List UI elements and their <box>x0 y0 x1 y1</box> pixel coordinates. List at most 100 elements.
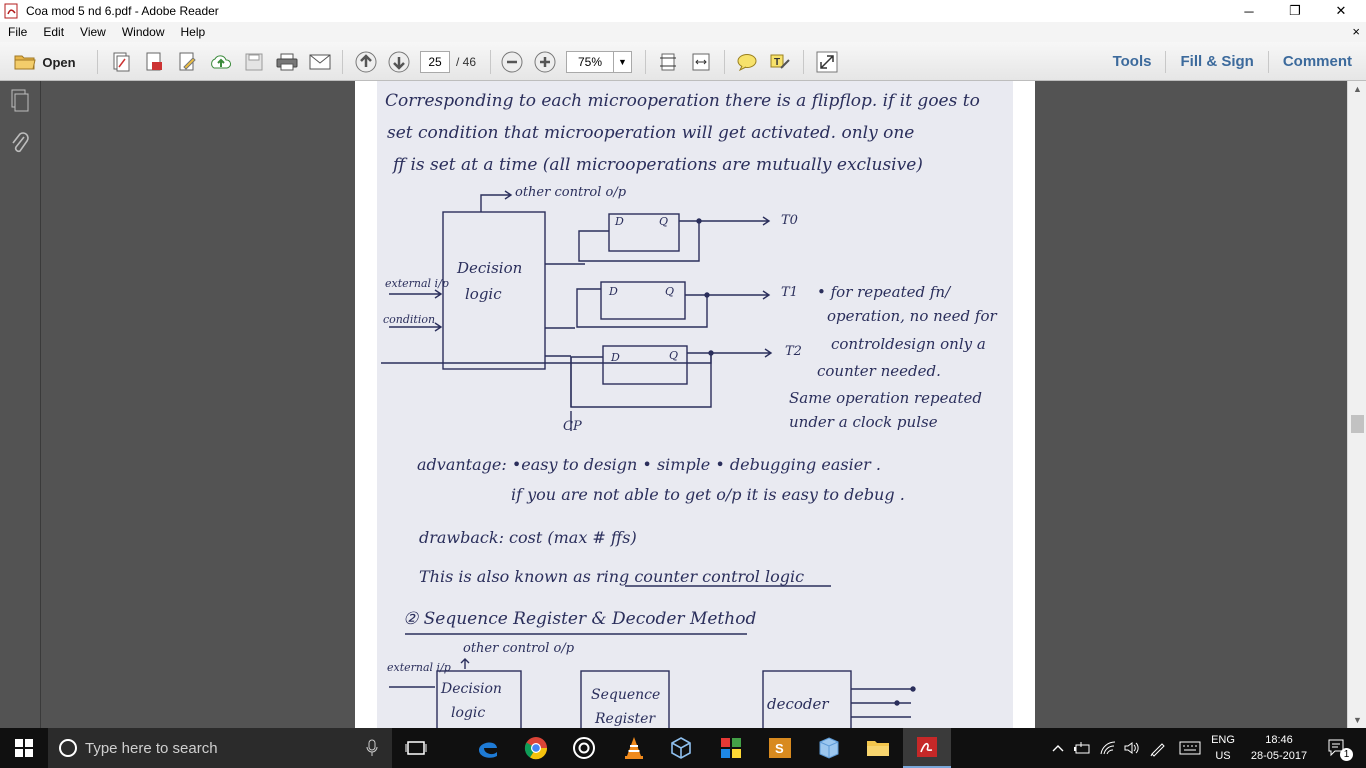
wifi-icon <box>1100 741 1116 755</box>
minimize-button[interactable]: ─ <box>1226 0 1272 22</box>
notification-count: 1 <box>1340 748 1353 761</box>
file-explorer-app[interactable] <box>854 728 902 768</box>
touch-keyboard-button[interactable] <box>1176 728 1204 768</box>
comment-link[interactable]: Comment <box>1267 50 1366 73</box>
menu-help[interactable]: Help <box>173 25 214 39</box>
fit-width-button[interactable] <box>689 48 713 76</box>
show-hidden-icons-button[interactable] <box>1048 728 1068 768</box>
keyboard-icon <box>1179 741 1201 755</box>
battery-status[interactable] <box>1070 728 1094 768</box>
3d-builder-app[interactable] <box>657 728 705 768</box>
input-language[interactable]: ENG US <box>1206 728 1240 768</box>
page-number-input[interactable]: 25 <box>420 51 450 73</box>
save-button[interactable] <box>242 48 266 76</box>
tools-link[interactable]: Tools <box>1099 51 1166 73</box>
previous-page-button[interactable] <box>354 48 378 76</box>
presentation-app[interactable]: S <box>756 728 804 768</box>
advantage-line-2: if you are not able to get o/p it is eas… <box>511 485 905 504</box>
separator <box>97 50 98 74</box>
side-note-2: operation, no need for <box>827 307 997 325</box>
page-total: / 46 <box>456 55 477 69</box>
full-screen-button[interactable] <box>814 48 840 76</box>
navigation-pane <box>0 81 41 728</box>
wifi-status[interactable] <box>1096 728 1120 768</box>
scrollbar-thumb[interactable] <box>1351 415 1364 433</box>
close-button[interactable]: ✕ <box>1318 0 1364 22</box>
condition-label: condition <box>383 313 436 326</box>
edit-pdf-button[interactable] <box>175 48 199 76</box>
clock[interactable]: 18:46 28-05-2017 <box>1244 728 1314 768</box>
fit-width-icon <box>692 53 710 71</box>
other-control-output-label-2: other control o/p <box>463 641 575 656</box>
folder-icon <box>14 55 36 70</box>
fit-page-button[interactable] <box>656 48 680 76</box>
chrome-app[interactable] <box>512 728 560 768</box>
clock-date: 28-05-2017 <box>1250 750 1308 762</box>
highlight-text-button[interactable]: T <box>768 48 792 76</box>
action-center-button[interactable]: 1 <box>1318 728 1358 768</box>
arrow-down-circle-icon <box>388 51 410 73</box>
store-app[interactable] <box>707 728 755 768</box>
restore-button[interactable]: ❐ <box>1272 0 1318 22</box>
cortana-icon <box>59 739 77 757</box>
page-thumbnails-icon[interactable] <box>9 89 31 113</box>
volume-control[interactable] <box>1120 728 1144 768</box>
ff1-d: D <box>615 215 624 228</box>
chevron-down-icon[interactable]: ▼ <box>613 52 631 72</box>
advantage-line-1: advantage: •easy to design • simple • de… <box>417 455 881 474</box>
colored-tiles-icon <box>721 738 741 758</box>
menu-file[interactable]: File <box>0 25 35 39</box>
next-page-button[interactable] <box>387 48 411 76</box>
start-button[interactable] <box>0 728 48 768</box>
external-input-label: external i/p <box>385 277 449 290</box>
window-title: Coa mod 5 nd 6.pdf - Adobe Reader <box>26 4 219 18</box>
document-viewer[interactable]: Corresponding to each microoperation the… <box>41 81 1347 728</box>
zoom-value: 75% <box>577 55 603 69</box>
separator <box>342 50 343 74</box>
printer-icon <box>276 53 298 71</box>
open-button[interactable]: Open <box>6 48 84 76</box>
zoom-select[interactable]: 75% ▼ <box>566 51 632 73</box>
add-comment-button[interactable] <box>735 48 759 76</box>
box-app[interactable] <box>805 728 853 768</box>
upload-button[interactable] <box>208 48 234 76</box>
microphone-icon[interactable] <box>366 739 378 757</box>
fill-sign-link[interactable]: Fill & Sign <box>1165 50 1267 73</box>
email-button[interactable] <box>308 48 332 76</box>
ff3-q: Q <box>669 349 679 362</box>
menu-edit[interactable]: Edit <box>35 25 72 39</box>
pen-workspace-button[interactable] <box>1146 728 1170 768</box>
scroll-down-arrow-icon[interactable]: ▼ <box>1348 712 1366 728</box>
menu-window[interactable]: Window <box>114 25 173 39</box>
media-app[interactable] <box>560 728 608 768</box>
menu-view[interactable]: View <box>72 25 114 39</box>
print-button[interactable] <box>275 48 299 76</box>
section-heading-2: ② Sequence Register & Decoder Method <box>403 609 757 629</box>
zoom-out-button[interactable] <box>500 48 524 76</box>
drawback-line: drawback: cost (max # ffs) <box>419 528 637 547</box>
slides-icon: S <box>769 738 791 758</box>
close-document-button[interactable]: × <box>1352 24 1360 39</box>
taskbar-search-box[interactable]: Type here to search <box>48 728 392 768</box>
export-pdf-button[interactable] <box>142 48 166 76</box>
menu-bar: File Edit View Window Help × <box>0 22 1366 42</box>
adobe-reader-app[interactable] <box>903 728 951 768</box>
scroll-up-arrow-icon[interactable]: ▲ <box>1348 81 1366 97</box>
edge-icon <box>479 742 497 758</box>
separator <box>490 50 491 74</box>
vertical-scrollbar[interactable]: ▲ ▼ <box>1347 81 1366 728</box>
side-note-6: under a clock pulse <box>789 413 938 431</box>
task-view-button[interactable] <box>392 728 440 768</box>
edge-app[interactable] <box>464 728 512 768</box>
attachments-paperclip-icon[interactable] <box>9 131 31 155</box>
side-note-4: counter needed. <box>817 362 941 380</box>
ff1-q: Q <box>659 215 669 228</box>
zoom-in-button[interactable] <box>533 48 557 76</box>
clock-time: 18:46 <box>1265 734 1293 746</box>
external-input-label-2: external i/p <box>387 661 451 674</box>
windows-logo-icon <box>15 739 33 757</box>
vlc-app[interactable] <box>610 728 658 768</box>
folder-icon <box>867 741 889 756</box>
cloud-upload-icon <box>211 55 231 69</box>
create-pdf-button[interactable] <box>109 48 133 76</box>
